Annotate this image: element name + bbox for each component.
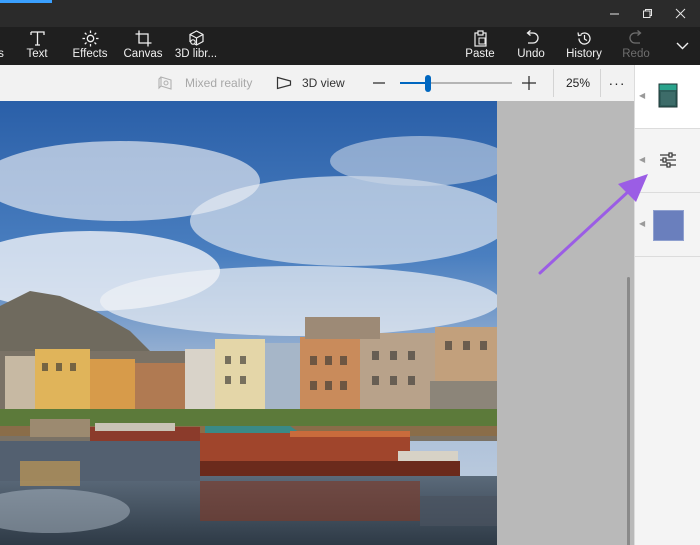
text-tool-label: Text: [26, 48, 48, 60]
undo-icon: [525, 30, 539, 44]
sliders-adjust-icon: [660, 152, 676, 168]
adjustments-slot[interactable]: ◀: [635, 129, 700, 193]
expand-ribbon-button[interactable]: [669, 27, 695, 65]
history-label: History: [566, 48, 602, 60]
ribbon-button-previous[interactable]: s: [0, 27, 8, 65]
canvas-button[interactable]: Canvas: [122, 27, 164, 65]
restore-icon: [642, 9, 652, 18]
ribbon-toolbar: s Text Effects Canvas 3D libr... Paste U…: [0, 27, 700, 65]
3d-view-icon: [276, 76, 292, 90]
paste-label: Paste: [465, 48, 495, 60]
paint-bucket-icon: [658, 83, 678, 108]
sun-effects-icon: [82, 30, 98, 47]
canvas-image[interactable]: [0, 101, 497, 545]
toolbar-divider: [553, 69, 554, 97]
minimize-button[interactable]: [597, 0, 631, 27]
zoom-slider-fill: [400, 82, 428, 84]
title-bar: [0, 0, 700, 27]
canvas-label: Canvas: [123, 48, 163, 60]
crop-canvas-icon: [135, 30, 151, 47]
minimize-icon: [609, 13, 619, 15]
canvas-workspace[interactable]: [0, 101, 634, 545]
fill-tool-slot[interactable]: ◀: [635, 65, 700, 129]
mixed-reality-icon: [158, 76, 172, 90]
redo-icon: [628, 30, 642, 44]
collapse-caret-icon: ◀: [639, 91, 646, 100]
color-swatch[interactable]: [653, 210, 684, 241]
side-panel: ◀ ◀ ◀: [634, 65, 700, 545]
view-toolbar: Mixed reality 3D view 25% ···: [0, 65, 634, 101]
color-slot[interactable]: ◀: [635, 193, 700, 257]
zoom-out-icon[interactable]: [370, 74, 388, 92]
collapse-caret-icon: ◀: [639, 219, 646, 228]
text-icon: [29, 31, 45, 46]
toolbar-divider: [600, 69, 601, 97]
undo-label: Undo: [517, 48, 545, 60]
zoom-slider-track[interactable]: [400, 82, 512, 84]
text-tool-button[interactable]: Text: [20, 27, 54, 65]
close-icon: [675, 8, 685, 19]
lakeside-town-photo: [0, 101, 497, 545]
history-clock-icon: [576, 32, 591, 45]
chevron-down-icon: [676, 42, 688, 50]
paste-button[interactable]: Paste: [462, 27, 498, 65]
3d-library-icon: [188, 30, 204, 46]
zoom-in-icon[interactable]: [520, 74, 538, 92]
mixed-reality-label: Mixed reality: [185, 76, 253, 90]
vertical-scrollbar[interactable]: [627, 277, 630, 545]
collapse-caret-icon: ◀: [639, 155, 646, 164]
effects-button[interactable]: Effects: [68, 27, 112, 65]
3d-view-button[interactable]: 3D view: [276, 65, 345, 101]
ribbon-partial-label: s: [0, 48, 4, 60]
maximize-button[interactable]: [630, 0, 664, 27]
effects-label: Effects: [72, 48, 108, 60]
close-button[interactable]: [663, 0, 697, 27]
3d-library-button[interactable]: 3D libr...: [172, 27, 220, 65]
redo-label: Redo: [622, 48, 650, 60]
active-tab-accent: [0, 0, 52, 3]
more-options-button[interactable]: ···: [605, 65, 629, 101]
redo-button[interactable]: Redo: [619, 27, 653, 65]
mixed-reality-button[interactable]: Mixed reality: [158, 65, 252, 101]
clipboard-icon: [473, 30, 487, 47]
history-button[interactable]: History: [562, 27, 606, 65]
zoom-percentage[interactable]: 25%: [559, 65, 597, 101]
zoom-slider-thumb[interactable]: [425, 75, 431, 92]
undo-button[interactable]: Undo: [513, 27, 549, 65]
3d-view-label: 3D view: [302, 76, 345, 90]
3d-library-label: 3D libr...: [174, 48, 218, 60]
partial-icon: [0, 30, 10, 47]
